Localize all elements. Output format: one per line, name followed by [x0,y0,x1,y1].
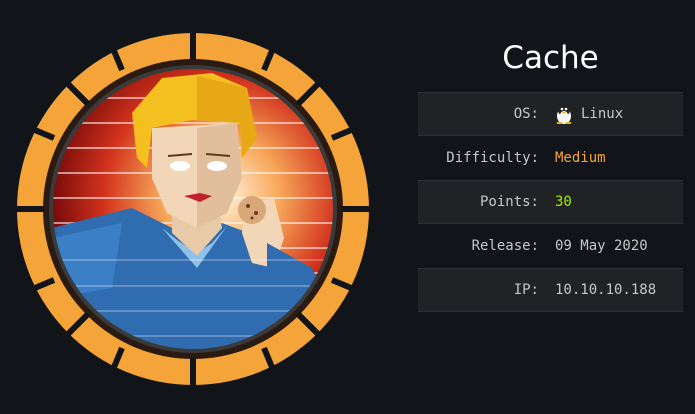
avatar-badge-graphic [17,33,369,385]
machine-info-table: OS: Linux Difficulty: Medium Points: 30 … [418,92,683,312]
tux-linux-icon [556,104,572,124]
info-row-os: OS: Linux [418,92,683,136]
os-value: Linux [581,106,624,122]
release-value: 09 May 2020 [555,238,648,254]
info-row-release: Release: 09 May 2020 [418,224,683,268]
ip-label: IP: [513,282,539,298]
points-value: 30 [555,194,572,210]
info-row-points: Points: 30 [418,180,683,224]
difficulty-label: Difficulty: [446,150,539,166]
difficulty-value: Medium [555,150,606,166]
points-label: Points: [479,194,539,210]
os-value-cell: Linux [539,104,623,124]
info-row-difficulty: Difficulty: Medium [418,136,683,180]
os-label: OS: [513,106,539,122]
info-row-ip: IP: 10.10.10.188 [418,268,683,312]
release-label: Release: [471,238,539,254]
ip-value[interactable]: 10.10.10.188 [539,282,656,298]
machine-title: Cache [502,40,599,76]
machine-avatar [12,28,374,390]
